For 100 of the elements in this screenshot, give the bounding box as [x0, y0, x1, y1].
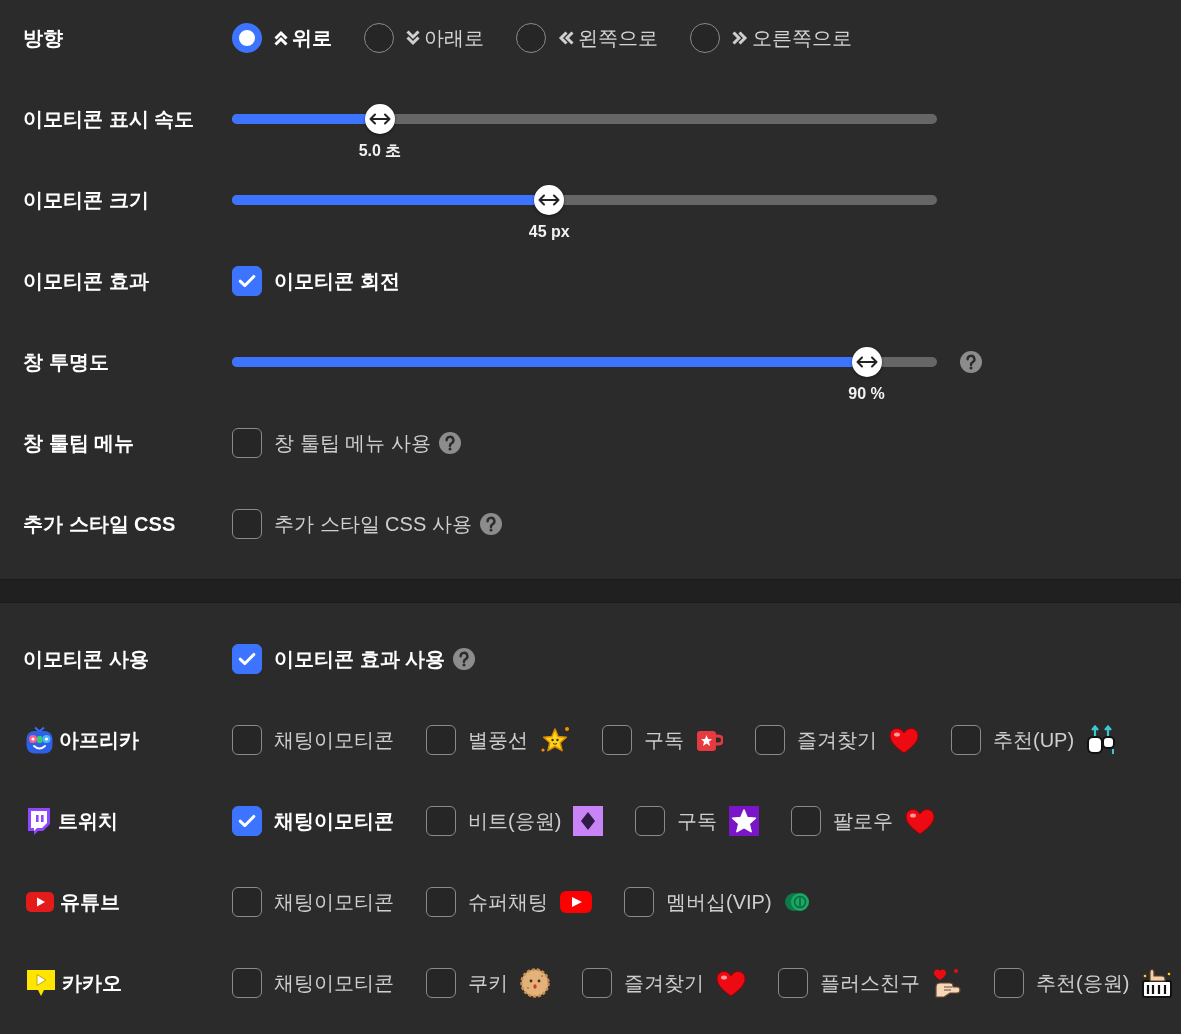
checkbox-label[interactable]: 팔로우: [833, 806, 894, 836]
checkbox-label[interactable]: 추천(응원): [1036, 968, 1130, 998]
checkbox[interactable]: [232, 428, 262, 458]
checkbox[interactable]: [232, 644, 262, 674]
checkbox[interactable]: [994, 968, 1024, 998]
checkbox[interactable]: [951, 725, 981, 755]
platform-name: 카카오: [62, 971, 122, 996]
checkbox-label[interactable]: 플러스친구: [820, 968, 920, 998]
slider-thumb[interactable]: [365, 104, 396, 134]
radio-label[interactable]: 왼쪽으로: [578, 23, 658, 53]
checkbox[interactable]: [232, 968, 262, 998]
checkbox-label[interactable]: 추천(UP): [993, 725, 1075, 755]
mug-icon: [696, 728, 723, 752]
play-button-icon: [560, 891, 592, 913]
setting-label: 창 툴팁 메뉴: [23, 431, 135, 456]
checkbox[interactable]: [232, 266, 262, 296]
checkbox-label[interactable]: 추가 스타일 CSS 사용: [274, 509, 472, 539]
checkbox[interactable]: [232, 806, 262, 836]
checkbox-label[interactable]: 멤버십(VIP): [666, 887, 772, 917]
checkbox-label[interactable]: 채팅이모티콘: [274, 968, 394, 998]
double-chevron-down-icon: [406, 30, 420, 46]
help-icon[interactable]: [438, 432, 461, 454]
checkbox[interactable]: [778, 968, 808, 998]
double-chevron-right-icon: [732, 31, 748, 45]
checkbox-label[interactable]: 구독: [644, 725, 684, 755]
checkbox-label[interactable]: 즐겨찾기: [797, 725, 877, 755]
heart-hand-icon: [932, 968, 962, 998]
double-arrow-icon: [538, 194, 561, 206]
setting-label: 이모티콘 사용: [23, 647, 149, 672]
help-icon[interactable]: [453, 648, 476, 670]
checkbox-label[interactable]: 채팅이모티콘: [274, 887, 394, 917]
hand-sign-icon: [1141, 968, 1174, 998]
checkbox-label[interactable]: 쿠키: [468, 968, 508, 998]
checkbox[interactable]: [232, 509, 262, 539]
up-arrows-icon: [1086, 725, 1117, 755]
robot-face-icon: [26, 726, 53, 754]
radio-button[interactable]: [364, 23, 394, 53]
setting-label: 이모티콘 표시 속도: [23, 107, 195, 132]
slider-value: 5.0 초: [358, 141, 402, 161]
checkbox[interactable]: [426, 968, 456, 998]
setting-label: 추가 스타일 CSS: [23, 512, 176, 537]
checkbox[interactable]: [426, 725, 456, 755]
heart-icon: [889, 726, 919, 754]
diamond-tile-icon: [573, 806, 604, 836]
cookie-icon: [520, 968, 550, 998]
checkbox-label[interactable]: 이모티콘 회전: [274, 266, 400, 296]
checkbox[interactable]: [755, 725, 785, 755]
radio-button[interactable]: [232, 23, 262, 53]
check-icon: [238, 814, 256, 828]
platform-name: 트위치: [58, 809, 118, 834]
chat-bubble-icon: [26, 807, 52, 835]
checkbox-label[interactable]: 채팅이모티콘: [274, 806, 394, 836]
slider-thumb[interactable]: [851, 347, 882, 377]
checkbox[interactable]: [635, 806, 666, 836]
heart-icon: [905, 807, 936, 835]
slider-value: 45 px: [528, 222, 570, 242]
checkbox-label[interactable]: 슈퍼채팅: [468, 887, 548, 917]
coin-icon: [783, 891, 810, 913]
checkbox[interactable]: [624, 887, 654, 917]
platform-name: 아프리카: [59, 728, 139, 753]
platform-name: 유튜브: [60, 890, 120, 915]
checkbox[interactable]: [426, 806, 456, 836]
checkbox-label[interactable]: 즐겨찾기: [624, 968, 704, 998]
slider-value: 90 %: [848, 384, 885, 404]
radio-label[interactable]: 아래로: [424, 23, 484, 53]
double-chevron-up-icon: [274, 30, 288, 46]
heart-icon: [716, 969, 746, 997]
checkbox[interactable]: [232, 725, 262, 755]
slider-track[interactable]: [232, 185, 937, 215]
play-button-icon: [26, 892, 54, 912]
radio-label[interactable]: 위로: [292, 23, 332, 53]
setting-label: 이모티콘 효과: [23, 269, 149, 294]
checkbox-label[interactable]: 창 툴팁 메뉴 사용: [274, 428, 431, 458]
double-chevron-left-icon: [558, 31, 574, 45]
checkbox-label[interactable]: 구독: [677, 806, 718, 836]
checkbox[interactable]: [582, 968, 612, 998]
check-icon: [238, 274, 256, 288]
checkbox[interactable]: [602, 725, 632, 755]
help-icon[interactable]: [960, 351, 982, 373]
help-icon[interactable]: [479, 513, 502, 535]
check-icon: [238, 652, 256, 666]
checkbox-label[interactable]: 별풍선: [468, 725, 528, 755]
checkbox[interactable]: [791, 806, 822, 836]
radio-label[interactable]: 오른쪽으로: [752, 23, 852, 53]
setting-label: 이모티콘 크기: [23, 188, 149, 213]
checkbox-label[interactable]: 이모티콘 효과 사용: [274, 644, 446, 674]
checkbox-label[interactable]: 비트(응원): [468, 806, 562, 836]
slider-thumb[interactable]: [534, 185, 565, 215]
setting-label: 창 투명도: [23, 350, 109, 375]
checkbox[interactable]: [232, 887, 262, 917]
setting-label: 방향: [23, 26, 63, 51]
slider-track[interactable]: [232, 104, 937, 134]
radio-button[interactable]: [690, 23, 720, 53]
double-arrow-icon: [369, 113, 392, 125]
checkbox[interactable]: [426, 887, 456, 917]
play-bubble-icon: [26, 969, 56, 997]
double-arrow-icon: [855, 356, 878, 368]
slider-track[interactable]: [232, 347, 937, 377]
radio-button[interactable]: [516, 23, 546, 53]
checkbox-label[interactable]: 채팅이모티콘: [274, 725, 394, 755]
